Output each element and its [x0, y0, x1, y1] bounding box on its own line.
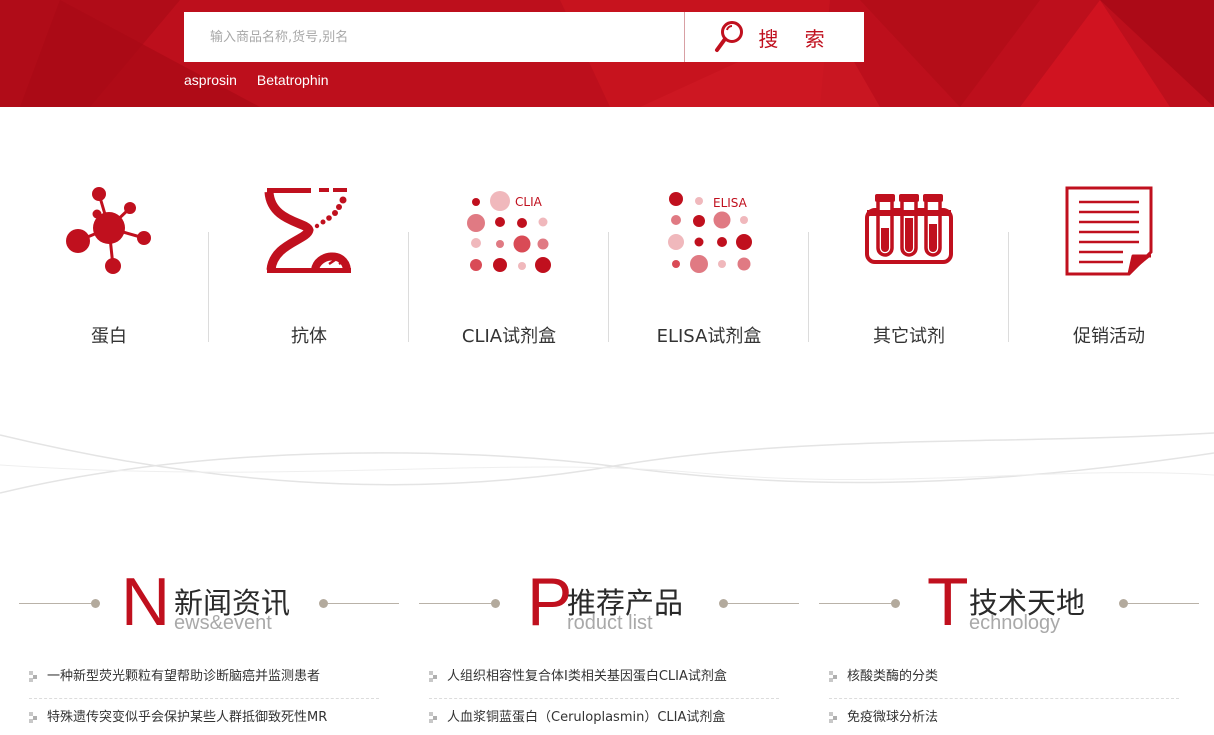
- document-icon: [1065, 186, 1153, 276]
- section-subtitle: echnology: [969, 612, 1061, 634]
- section-subtitle: ews&event: [174, 612, 272, 634]
- hot-word-link[interactable]: asprosin: [184, 72, 237, 88]
- news-item-title: 一种新型荧光颗粒有望帮助诊断脑癌并监测患者: [47, 669, 321, 684]
- bullet-icon: [829, 671, 837, 682]
- elisa-icon-text: ELISA: [713, 196, 748, 210]
- hot-word-link[interactable]: Betatrophin: [257, 72, 329, 88]
- bullet-icon: [29, 671, 37, 682]
- list-item[interactable]: 特殊遗传突变似乎会保护某些人群抵御致死性MR: [29, 699, 379, 735]
- header-banner: 搜 索 asprosin Betatrophin: [0, 0, 1214, 107]
- news-section: N 新闻资讯 ews&event 一种新型荧光颗粒有望帮助诊断脑癌并监测患者 特…: [19, 568, 399, 725]
- hot-search-words: asprosin Betatrophin: [184, 72, 329, 88]
- search-icon: [715, 21, 744, 52]
- section-initial-letter: T: [927, 564, 969, 640]
- list-item[interactable]: 一种新型荧光颗粒有望帮助诊断脑癌并监测患者: [29, 658, 379, 699]
- news-item-title: 特殊遗传突变似乎会保护某些人群抵御致死性MR: [47, 710, 328, 725]
- header-line: [728, 603, 799, 604]
- search-input[interactable]: [184, 12, 684, 62]
- bullet-icon: [429, 671, 437, 682]
- search-box: 搜 索: [184, 12, 864, 62]
- header-dot: [1119, 599, 1128, 608]
- category-antibody[interactable]: 抗体: [209, 180, 409, 350]
- technology-item-title: 核酸类酶的分类: [847, 669, 939, 684]
- technology-section: T 技术天地 echnology 核酸类酶的分类 免疫微球分析法: [819, 568, 1199, 725]
- products-section: P 推荐产品 roduct list 人组织相容性复合体Ⅰ类相关基因蛋白CLIA…: [419, 568, 799, 725]
- bullet-icon: [29, 712, 37, 723]
- news-list: 一种新型荧光颗粒有望帮助诊断脑癌并监测患者 特殊遗传突变似乎会保护某些人群抵御致…: [29, 658, 379, 735]
- list-item[interactable]: 核酸类酶的分类: [829, 658, 1179, 699]
- section-subtitle: roduct list: [567, 612, 653, 634]
- bullet-icon: [829, 712, 837, 723]
- product-item-title: 人组织相容性复合体Ⅰ类相关基因蛋白CLIA试剂盒: [447, 669, 727, 684]
- protein-molecule-icon: [66, 187, 151, 274]
- test-tubes-icon: [865, 194, 953, 264]
- list-item[interactable]: 免疫微球分析法: [829, 699, 1179, 735]
- header-dot: [719, 599, 728, 608]
- decorative-wave: [0, 432, 1214, 494]
- header-line: [1128, 603, 1199, 604]
- category-nav: 蛋白 抗体 CLIA CLIA试剂盒 ELISA ELISA试剂盒 其它试剂 促…: [9, 180, 1209, 350]
- search-button-label: 搜 索: [758, 26, 835, 51]
- category-promotions[interactable]: 促销活动: [1009, 180, 1209, 350]
- category-label: 抗体: [291, 326, 327, 347]
- category-elisa-kit[interactable]: ELISA ELISA试剂盒: [609, 180, 809, 350]
- section-initial-letter: P: [527, 564, 573, 640]
- category-label: ELISA试剂盒: [656, 326, 762, 347]
- header-dot: [891, 599, 900, 608]
- category-other-reagents[interactable]: 其它试剂: [809, 180, 1009, 350]
- section-header: N 新闻资讯 ews&event: [19, 568, 399, 642]
- header-dot: [91, 599, 100, 608]
- bullet-icon: [429, 712, 437, 723]
- section-header: P 推荐产品 roduct list: [419, 568, 799, 642]
- technology-list: 核酸类酶的分类 免疫微球分析法: [829, 658, 1179, 735]
- header-line: [819, 603, 891, 604]
- section-header: T 技术天地 echnology: [819, 568, 1199, 642]
- category-label: 其它试剂: [873, 326, 945, 347]
- header-dot: [319, 599, 328, 608]
- clia-dots-icon: CLIA: [467, 191, 551, 273]
- products-list: 人组织相容性复合体Ⅰ类相关基因蛋白CLIA试剂盒 人血浆铜蓝蛋白（Cerulop…: [429, 658, 779, 735]
- hourglass-dna-icon: [264, 188, 351, 273]
- category-label: 蛋白: [91, 326, 127, 347]
- clia-icon-text: CLIA: [515, 195, 543, 209]
- list-item[interactable]: 人组织相容性复合体Ⅰ类相关基因蛋白CLIA试剂盒: [429, 658, 779, 699]
- header-line: [19, 603, 91, 604]
- header-line: [419, 603, 491, 604]
- search-button[interactable]: 搜 索: [684, 12, 864, 62]
- technology-item-title: 免疫微球分析法: [847, 710, 939, 725]
- list-item[interactable]: 人血浆铜蓝蛋白（Ceruloplasmin）CLIA试剂盒: [429, 699, 779, 735]
- product-item-title: 人血浆铜蓝蛋白（Ceruloplasmin）CLIA试剂盒: [447, 710, 726, 725]
- elisa-dots-icon: ELISA: [668, 192, 752, 273]
- header-line: [328, 603, 399, 604]
- category-clia-kit[interactable]: CLIA CLIA试剂盒: [409, 180, 609, 350]
- category-label: CLIA试剂盒: [461, 326, 557, 347]
- category-label: 促销活动: [1073, 326, 1145, 347]
- header-dot: [491, 599, 500, 608]
- section-initial-letter: N: [121, 564, 171, 640]
- category-protein[interactable]: 蛋白: [9, 180, 209, 350]
